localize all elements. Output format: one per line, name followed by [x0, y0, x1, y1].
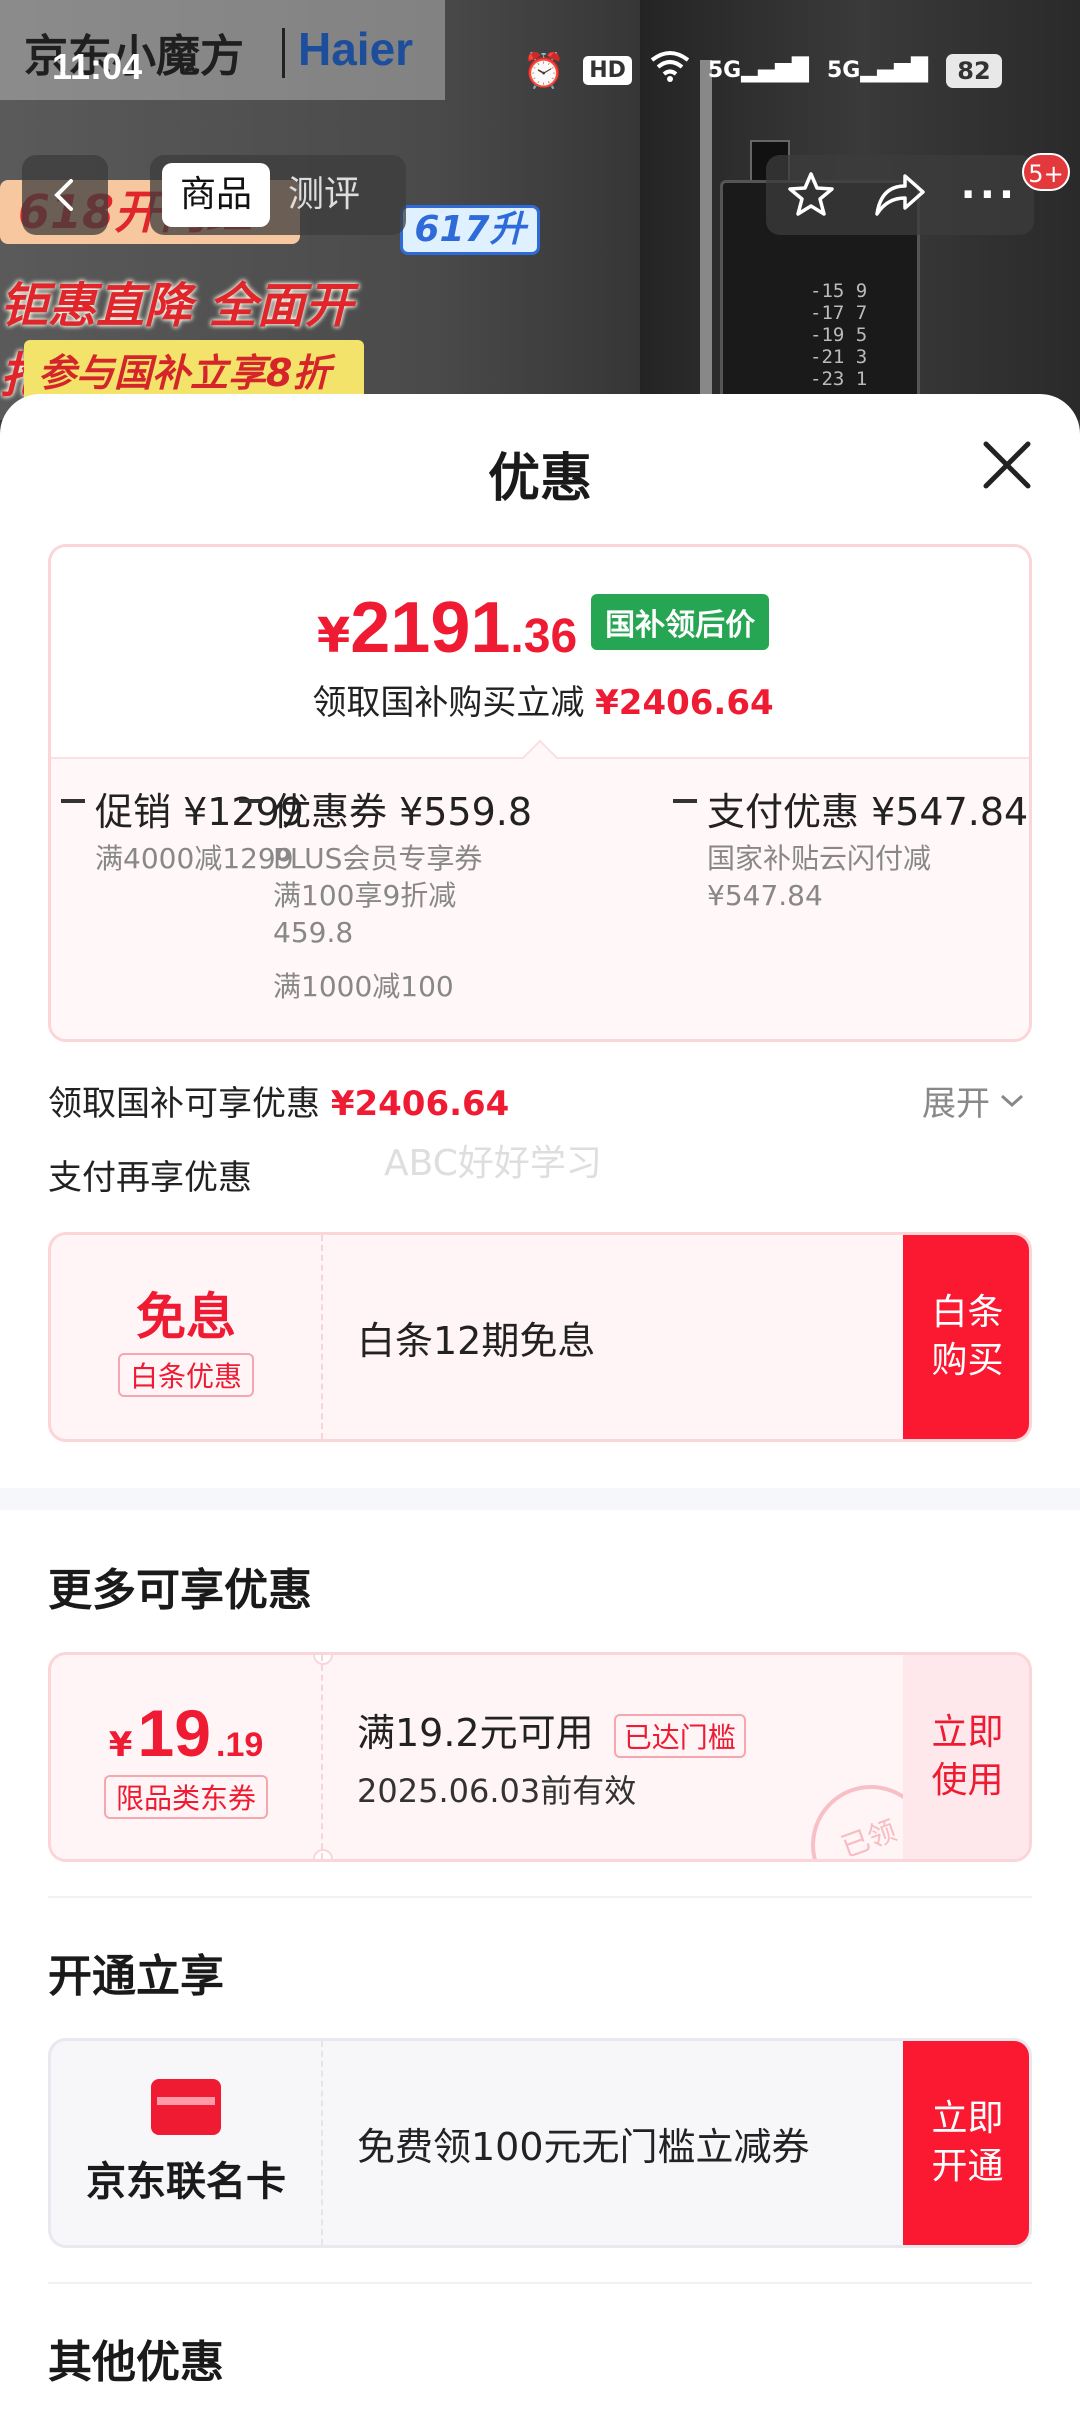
- breakdown-extra: 满1000减100: [273, 970, 454, 1003]
- divider: [48, 1896, 1032, 1898]
- coupon-amount-int: 19: [137, 1696, 211, 1770]
- credit-card-icon: [151, 2079, 221, 2135]
- battery-icon: 82: [946, 53, 1002, 88]
- threshold-reached-tag: 已达门槛: [613, 1713, 746, 1758]
- coupon-expiry: 2025.06.03前有效: [357, 1771, 637, 1810]
- section-gap: [0, 1488, 1080, 1510]
- available-discount-row: 领取国补可享优惠 ¥2406.64: [48, 1076, 509, 1125]
- cobrand-desc-text: 免费领100元无门槛立减券: [357, 2124, 810, 2169]
- currency-symbol: ¥: [316, 608, 351, 664]
- wifi-icon: [650, 50, 690, 91]
- breakdown-line: 459.8: [273, 916, 354, 949]
- breakdown-title: 支付优惠 ¥547.84: [707, 790, 1029, 834]
- expand-button[interactable]: 展开: [922, 1076, 1026, 1125]
- more-icon[interactable]: ···: [959, 165, 1019, 225]
- baitiao-left: 免息 白条优惠: [51, 1235, 323, 1439]
- temp-row: -15 9: [810, 280, 868, 302]
- tab-review[interactable]: 测评: [270, 163, 378, 227]
- subtitle-amount: ¥2406.64: [595, 683, 774, 723]
- coupon-amount: ¥ 19 .19: [109, 1695, 264, 1771]
- baitiao-desc: 白条12期免息: [323, 1235, 893, 1439]
- baitiao-card: 免息 白条优惠 白条12期免息 白条 购买: [48, 1232, 1032, 1442]
- fridge-temperature-list: -15 9 -17 7 -19 5 -21 3 -23 1: [810, 280, 867, 390]
- coupon-card: ¥ 19 .19 限品类东券 满19.2元可用 已达门槛 2025.06.03前…: [48, 1652, 1032, 1862]
- open-card-button[interactable]: 立即 开通: [903, 2041, 1029, 2245]
- breakdown-line: PLUS会员专享券: [273, 842, 483, 875]
- message-badge: 5+: [1022, 153, 1070, 191]
- signal-icon-1: 5G▂▄▆█: [707, 58, 809, 83]
- tab-product[interactable]: 商品: [162, 163, 271, 227]
- coupon-condition-row: 满19.2元可用 已达门槛: [357, 1702, 893, 1758]
- chevron-down-icon: [1000, 1094, 1024, 1107]
- haier-logo: Haier: [298, 23, 414, 75]
- back-button[interactable]: [22, 155, 108, 235]
- other-discounts-title: 其他优惠: [48, 2337, 224, 2388]
- price-top: ¥ 2191 .36 国补领后价 领取国补购买立减 ¥2406.64: [51, 547, 1029, 757]
- close-button[interactable]: [972, 430, 1042, 500]
- final-price: ¥ 2191 .36 国补领后价: [51, 587, 1029, 669]
- breakdown-line: 国家补贴云闪付减: [707, 842, 932, 875]
- coupon-category-tag: 限品类东券: [103, 1775, 268, 1819]
- signal-label: 5G: [707, 58, 742, 83]
- baitiao-desc-text: 白条12期免息: [357, 1318, 596, 1363]
- divider: [48, 2282, 1032, 2284]
- share-icon[interactable]: [870, 165, 930, 225]
- open-benefits-title: 开通立享: [48, 1951, 224, 2002]
- discount-sheet: 优惠 ¥ 2191 .36 国补领后价 领取国补购买立减 ¥2406.64 促销…: [0, 394, 1080, 2412]
- cobrand-desc: 免费领100元无门槛立减券: [323, 2041, 893, 2245]
- price-breakdown: 促销 ¥1299 满4000减1299 优惠券 ¥559.8 PLUS会员专享券…: [51, 757, 1029, 1039]
- status-time: 11:04: [52, 46, 143, 87]
- minus-icon: [673, 799, 697, 803]
- available-amount: ¥2406.64: [330, 1084, 510, 1124]
- price-summary-card: ¥ 2191 .36 国补领后价 领取国补购买立减 ¥2406.64 促销 ¥1…: [48, 544, 1032, 1042]
- breakdown-coupon: 优惠券 ¥559.8 PLUS会员专享券 满100享9折减 459.8 满100…: [273, 781, 532, 1005]
- breakdown-line: ¥547.84: [707, 879, 823, 912]
- subsidy-price-tag: 国补领后价: [591, 594, 770, 650]
- more-discounts-title: 更多可享优惠: [48, 1565, 312, 1616]
- cobrand-card-name: 京东联名卡: [86, 2159, 286, 2205]
- available-label: 领取国补可享优惠: [48, 1084, 320, 1124]
- coupon-amount-dec: .19: [216, 1726, 264, 1764]
- favorite-star-icon[interactable]: [781, 165, 841, 225]
- hd-icon: HD: [583, 56, 632, 85]
- coupon-condition: 满19.2元可用: [357, 1711, 594, 1756]
- pay-more-label: 支付再享优惠: [48, 1158, 252, 1198]
- chevron-left-icon: [54, 179, 73, 211]
- breakdown-line: 满100享9折减: [273, 879, 457, 912]
- volume-badge: 617升: [400, 205, 540, 255]
- minus-icon: [239, 799, 263, 803]
- sheet-title: 优惠: [487, 449, 592, 509]
- watermark: ABC好好学习: [384, 1143, 602, 1184]
- expand-label: 展开: [922, 1084, 990, 1124]
- nav-actions: ···: [766, 155, 1034, 235]
- baitiao-tag: 白条优惠: [117, 1353, 254, 1397]
- subtitle-text: 领取国补购买立减: [312, 683, 585, 723]
- breakdown-title: 优惠券 ¥559.8: [273, 790, 533, 834]
- cobrand-card: 京东联名卡 免费领100元无门槛立减券 立即 开通: [48, 2038, 1032, 2248]
- use-coupon-button[interactable]: 立即 使用: [903, 1655, 1029, 1859]
- interest-free-label: 免息: [136, 1288, 236, 1346]
- price-decimal: .36: [510, 610, 578, 663]
- alarm-icon: ⏰: [522, 50, 566, 91]
- temp-row: -21 3: [810, 346, 868, 368]
- brand-divider: [282, 28, 285, 78]
- price-integer: 2191: [350, 588, 511, 668]
- baitiao-buy-button[interactable]: 白条 购买: [903, 1235, 1029, 1439]
- close-icon: [983, 441, 1031, 489]
- coupon-left: ¥ 19 .19 限品类东券: [51, 1655, 323, 1859]
- minus-icon: [61, 799, 85, 803]
- breakdown-payment: 支付优惠 ¥547.84 国家补贴云闪付减 ¥547.84: [707, 781, 1028, 914]
- signal-icon-2: 5G▂▄▆█: [826, 58, 928, 83]
- temp-row: -23 1: [810, 368, 868, 390]
- coupon-desc: 满19.2元可用 已达门槛 2025.06.03前有效: [323, 1655, 893, 1859]
- signal-label: 5G: [826, 58, 861, 83]
- temp-row: -19 5: [810, 324, 868, 346]
- product-tabs: 商品 测评: [150, 155, 406, 235]
- coupon-currency: ¥: [108, 1725, 133, 1765]
- fridge-handle: [700, 60, 712, 420]
- status-icons: ⏰ HD 5G▂▄▆█ 5G▂▄▆█ 82: [523, 50, 1002, 91]
- price-subtitle: 领取国补购买立减 ¥2406.64: [51, 675, 1029, 724]
- cobrand-left: 京东联名卡: [51, 2041, 323, 2245]
- temp-row: -17 7: [810, 302, 868, 324]
